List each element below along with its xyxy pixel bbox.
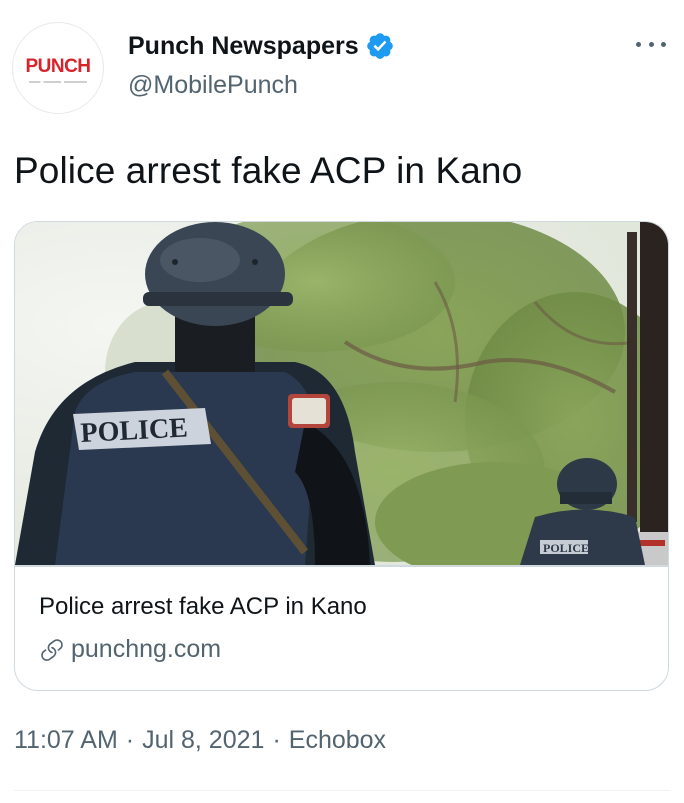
tweet-text: Police arrest fake ACP in Kano — [14, 150, 523, 191]
verified-badge-icon — [366, 33, 393, 59]
more-options-icon[interactable] — [636, 34, 666, 54]
author-name-row[interactable]: Punch Newspapers — [128, 31, 395, 61]
meta-separator: · — [272, 726, 281, 754]
card-divider — [15, 565, 668, 567]
tweet-time[interactable]: 11:07 AM — [14, 726, 118, 754]
tweet-metadata: 11:07 AM · Jul 8, 2021 · Echobox — [14, 726, 386, 755]
card-title[interactable]: Police arrest fake ACP in Kano — [39, 593, 367, 621]
tweet-source[interactable]: Echobox — [289, 726, 386, 754]
author-display-name[interactable]: Punch Newspapers — [128, 32, 359, 61]
secondary-vest-label: POLICE — [543, 541, 589, 555]
card-domain-row[interactable]: punchng.com — [39, 635, 221, 664]
more-dot — [648, 41, 654, 47]
punch-logo: PUNCH — [25, 56, 91, 77]
bottom-divider — [14, 790, 670, 791]
card-image[interactable]: POLICE POLICE — [15, 222, 668, 565]
card-domain-text[interactable]: punchng.com — [71, 635, 221, 664]
author-handle[interactable]: @MobilePunch — [128, 71, 298, 100]
logo-tagline-line — [29, 81, 87, 83]
police-photo: POLICE POLICE — [15, 222, 668, 565]
main-vest-label: POLICE — [80, 412, 189, 449]
more-dot — [661, 41, 666, 47]
link-icon — [41, 638, 63, 661]
tweet: PUNCH Punch Newspapers @MobilePunch Poli… — [0, 0, 684, 803]
more-dot — [636, 41, 641, 47]
tweet-date[interactable]: Jul 8, 2021 — [142, 726, 264, 754]
link-preview-card[interactable]: POLICE POLICE Police arrest fake ACP in … — [14, 221, 669, 691]
meta-separator: · — [125, 726, 135, 754]
avatar[interactable]: PUNCH — [12, 22, 104, 114]
